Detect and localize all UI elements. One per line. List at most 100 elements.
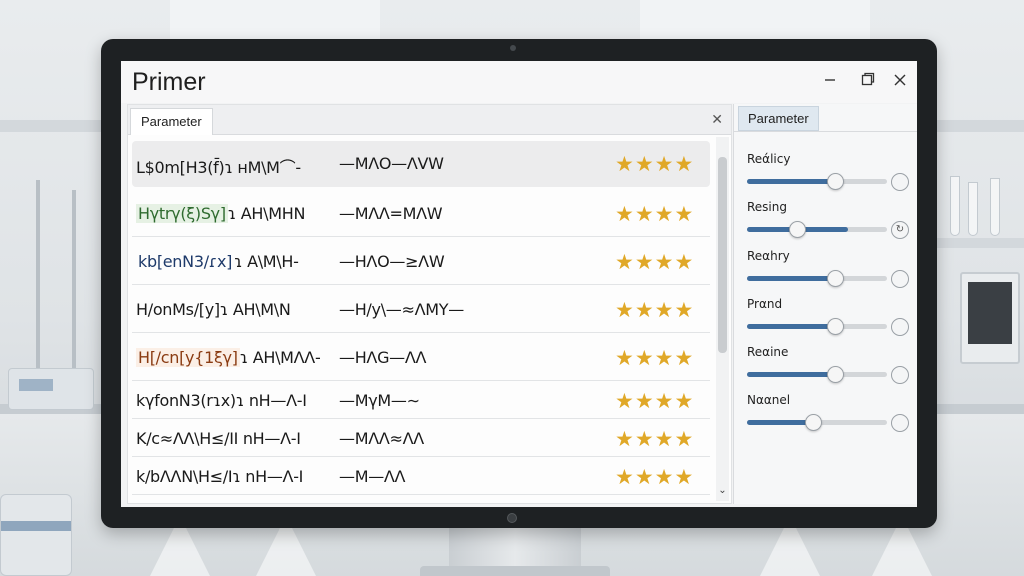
star-icon[interactable]: ★ [615,347,635,370]
parameter-panel: Parameter Reάlicy Resing ↻ Reαhry Prαnd Reαin… [733,104,917,504]
background-device [0,494,72,576]
slider-handle[interactable] [827,366,845,383]
list-item[interactable]: L$0m[H3(f̄)ɿ ʜM\M⌒- —MΛO—ΛVW ★★★★ [132,141,710,187]
slider-handle[interactable] [827,270,845,287]
star-icon[interactable]: ★ [635,203,655,226]
star-icon[interactable]: ★ [655,390,675,413]
primer-name-highlight: Hγtrγ(ξ)Sγ] [136,204,228,223]
scroll-down-icon[interactable]: ⌄ [717,485,728,496]
parameter-slider[interactable] [747,318,887,335]
background-test-tube [950,176,960,236]
primer-sequence: —MΛΛ≈ΛΛ [339,429,424,448]
star-icon[interactable]: ★ [635,466,655,489]
list-item[interactable]: H/onMs/[y]ɿ AH\M\N —H/y\—≈ΛMY— ★★★★ [132,287,710,333]
circle-icon[interactable] [891,318,909,336]
rating-stars[interactable]: ★★★★ [615,250,694,275]
star-icon[interactable]: ★ [655,428,675,451]
circle-icon[interactable] [891,270,909,288]
rating-stars[interactable]: ★★★★ [615,389,694,414]
primer-sequence: —MγM—∼ [339,391,420,410]
tab-parameter[interactable]: Parameter [130,108,213,135]
primer-name-suffix: ɿ AH\MΛΛ- [239,348,321,367]
parameter-slider[interactable] [747,173,887,190]
star-icon[interactable]: ★ [635,251,655,274]
primer-name: Hγtrγ(ξ)Sγ] ɿ AH\MHN [136,204,305,223]
star-icon[interactable]: ★ [615,251,635,274]
star-icon[interactable]: ★ [635,299,655,322]
rating-stars[interactable]: ★★★★ [615,298,694,323]
parameter-slider[interactable] [747,366,887,383]
star-icon[interactable]: ★ [674,153,694,176]
slider-fill [747,324,836,329]
maximize-button[interactable] [855,69,881,95]
star-icon[interactable]: ★ [615,299,635,322]
rating-stars[interactable]: ★★★★ [615,427,694,452]
primer-sequence: —M—ΛΛ [339,467,406,486]
power-button[interactable] [507,513,517,523]
slider-handle[interactable] [827,173,845,190]
list-item[interactable]: K/c≈ΛΛ\H≤/II nH—Λ-I —MΛΛ≈ΛΛ ★★★★ [132,421,710,457]
star-icon[interactable]: ★ [674,390,694,413]
star-icon[interactable]: ★ [635,153,655,176]
primer-name: H[/cn[y{1ξγ] ɿ AH\MΛΛ- [136,348,321,367]
list-item[interactable]: kb[enN3/ɾx] ɿ A\M\H- —HΛO—≥ΛW ★★★★ [132,239,710,285]
close-icon [894,74,906,86]
list-item[interactable]: kγfonN3(rɿx)ɿ nH—Λ-I —MγM—∼ ★★★★ [132,383,710,419]
star-icon[interactable]: ★ [615,153,635,176]
rating-stars[interactable]: ★★★★ [615,202,694,227]
star-icon[interactable]: ★ [674,428,694,451]
star-icon[interactable]: ★ [655,203,675,226]
star-icon[interactable]: ★ [655,251,675,274]
slider-handle[interactable] [827,318,845,335]
star-icon[interactable]: ★ [674,466,694,489]
star-icon[interactable]: ★ [655,299,675,322]
close-tab-icon[interactable]: ✕ [711,111,723,128]
rating-stars[interactable]: ★★★★ [615,346,694,371]
star-icon[interactable]: ★ [635,347,655,370]
webcam-icon [510,45,516,51]
star-icon[interactable]: ★ [655,466,675,489]
background-monitor [960,272,1020,364]
star-icon[interactable]: ★ [674,299,694,322]
star-icon[interactable]: ★ [674,251,694,274]
parameter-slider[interactable] [747,414,887,431]
primer-name-suffix: ɿ AH\MHN [227,204,306,223]
star-icon[interactable]: ★ [655,153,675,176]
star-icon[interactable]: ★ [674,203,694,226]
rating-stars[interactable]: ★★★★ [615,465,694,490]
circle-icon[interactable] [891,173,909,191]
parameter-slider[interactable] [747,221,887,238]
parameter-slider[interactable] [747,270,887,287]
minimize-button[interactable] [817,69,843,95]
list-item[interactable]: Hγtrγ(ξ)Sγ] ɿ AH\MHN —MΛΛ=MΛW ★★★★ [132,191,710,237]
star-icon[interactable]: ★ [655,347,675,370]
background-shelf [0,120,104,132]
slider-handle[interactable] [804,414,822,431]
circle-icon[interactable] [891,366,909,384]
primer-name-highlight: H[/cn[y{1ξγ] [136,348,240,367]
star-icon[interactable]: ★ [635,428,655,451]
background-shelf [936,238,1024,248]
divider [734,131,917,132]
app-window: Primer Parameter ✕ L$0m[H3(f̄)ɿ ʜM\M⌒- —M… [121,61,917,507]
star-icon[interactable]: ★ [615,428,635,451]
refresh-icon[interactable]: ↻ [891,221,909,239]
rating-stars[interactable]: ★★★★ [615,152,694,177]
list-item[interactable]: k/bΛΛN\H≤/Iɿ nH—Λ-I —M—ΛΛ ★★★★ [132,459,710,495]
primer-name: L$0m[H3(f̄)ɿ ʜM\M⌒- [136,154,301,178]
tab-parameter-panel[interactable]: Parameter [738,106,819,131]
circle-icon[interactable] [891,414,909,432]
close-button[interactable] [887,69,913,95]
scrollbar-thumb[interactable] [718,157,727,353]
star-icon[interactable]: ★ [615,466,635,489]
primer-sequence: —MΛΛ=MΛW [339,204,443,223]
list-item[interactable]: H[/cn[y{1ξγ] ɿ AH\MΛΛ- —HΛG—ΛΛ ★★★★ [132,335,710,381]
monitor-stand-base [420,566,610,576]
star-icon[interactable]: ★ [615,203,635,226]
primer-name-suffix: ɿ nH—Λ-I [235,391,307,410]
star-icon[interactable]: ★ [635,390,655,413]
star-icon[interactable]: ★ [674,347,694,370]
slider-handle[interactable] [789,221,807,238]
star-icon[interactable]: ★ [615,390,635,413]
parameter-label: Reάlicy [747,152,791,166]
